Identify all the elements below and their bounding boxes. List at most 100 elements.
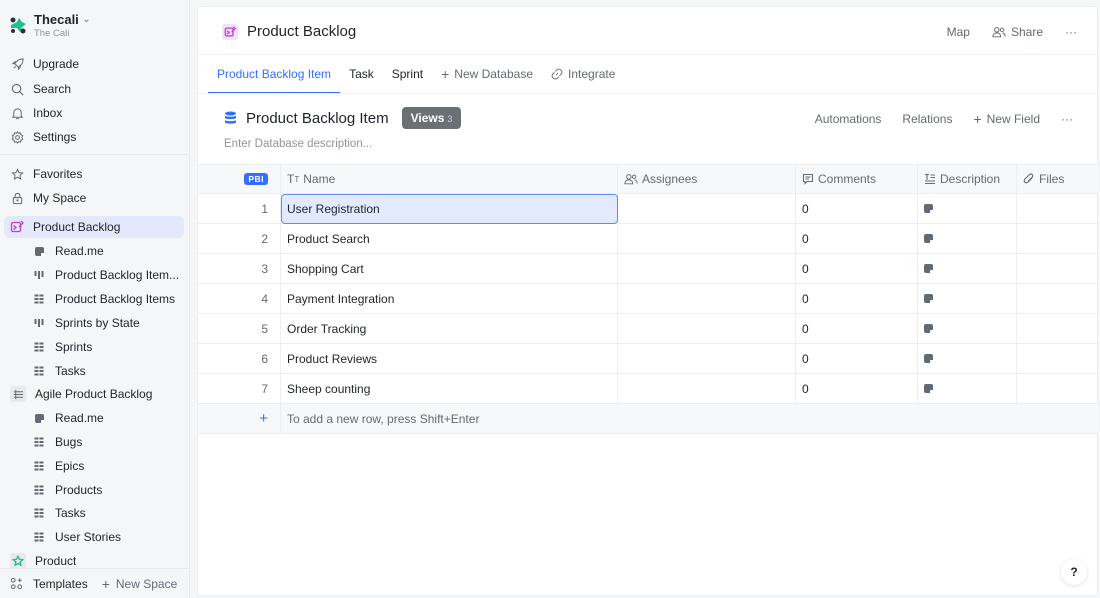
sidebar-item-label: Tasks [55,506,86,520]
description-cell[interactable] [918,374,1017,403]
sidebar-item-inbox[interactable]: Inbox [4,102,184,124]
sidebar-space-product-backlog[interactable]: Product Backlog [4,216,184,238]
description-cell[interactable] [918,284,1017,313]
share-button[interactable]: Share [992,25,1043,39]
tab-product-backlog-item[interactable]: Product Backlog Item [208,55,341,94]
views-button[interactable]: Views 3 [401,107,462,129]
relations-button[interactable]: Relations [902,112,952,126]
name-cell[interactable]: Shopping Cart [281,254,618,283]
name-cell[interactable]: Sheep counting [281,374,618,403]
tab-sprint[interactable]: Sprint [383,55,432,93]
files-cell[interactable] [1017,374,1098,403]
automations-button[interactable]: Automations [815,112,882,126]
sidebar-item-bugs[interactable]: Bugs [4,431,184,453]
table-row[interactable]: 5 Order Tracking 0 [198,314,1098,344]
column-header-assignees[interactable]: Assignees [618,165,796,193]
sidebar-item-search[interactable]: Search [4,78,184,100]
column-header-index[interactable]: PBI [198,165,281,193]
sidebar-item-readme-2[interactable]: Read.me [4,407,184,429]
new-space-button[interactable]: + New Space [102,576,178,592]
name-cell[interactable]: Order Tracking [281,314,618,343]
sidebar-item-upgrade[interactable]: Upgrade [4,53,184,75]
tab-task[interactable]: Task [340,55,383,93]
comments-cell[interactable]: 0 [796,374,918,403]
table-row[interactable]: 3 Shopping Cart 0 [198,254,1098,284]
column-header-name[interactable]: T T Name [281,165,618,193]
comments-cell[interactable]: 0 [796,344,918,373]
new-field-label: New Field [986,112,1040,126]
files-cell[interactable] [1017,284,1098,313]
description-cell[interactable] [918,344,1017,373]
add-row-plus-icon[interactable]: + [198,404,281,433]
sidebar-space-agile-product-backlog[interactable]: Agile Product Backlog [4,383,184,405]
sidebar-item-sprints-by-state[interactable]: Sprints by State [4,312,184,334]
name-value: Sheep counting [287,381,371,396]
new-field-button[interactable]: + New Field [973,111,1040,127]
description-cell[interactable] [918,314,1017,343]
map-button[interactable]: Map [947,25,970,39]
sidebar-item-settings[interactable]: Settings [4,126,184,148]
assignees-cell[interactable] [618,344,796,373]
files-cell[interactable] [1017,254,1098,283]
database-description-input[interactable]: Enter Database description... [224,138,372,150]
workspace-switcher[interactable]: Thecali ⌄ The Cali [8,12,90,39]
assignees-cell[interactable] [618,194,796,223]
name-cell[interactable]: User Registration [281,194,618,224]
table-row[interactable]: 1 User Registration 0 [198,194,1098,224]
add-row-button[interactable]: + To add a new row, press Shift+Enter [198,404,1098,434]
files-cell[interactable] [1017,344,1098,373]
plus-icon: + [441,66,450,82]
name-cell[interactable]: Payment Integration [281,284,618,313]
table-row[interactable]: 4 Payment Integration 0 [198,284,1098,314]
sidebar-item-tasks-2[interactable]: Tasks [4,502,184,524]
comments-cell[interactable]: 0 [796,224,918,253]
sidebar-item-user-stories[interactable]: User Stories [4,526,184,548]
sidebar-item-label: Read.me [55,244,104,258]
column-header-comments[interactable]: Comments [796,165,918,193]
more-options-button[interactable]: ··· [1065,25,1077,39]
name-cell[interactable]: Product Reviews [281,344,618,373]
files-cell[interactable] [1017,224,1098,253]
table-icon [32,364,46,378]
share-label: Share [1010,25,1043,39]
comments-cell[interactable]: 0 [796,314,918,343]
table-row[interactable]: 2 Product Search 0 [198,224,1098,254]
assignees-cell[interactable] [618,254,796,283]
sidebar-item-tasks[interactable]: Tasks [4,360,184,382]
sidebar-item-epics[interactable]: Epics [4,455,184,477]
assignees-cell[interactable] [618,284,796,313]
sidebar-item-readme[interactable]: Read.me [4,240,184,262]
comments-cell[interactable]: 0 [796,284,918,313]
sidebar-item-label: Search [33,82,72,96]
files-cell[interactable] [1017,194,1098,223]
assignees-cell[interactable] [618,374,796,403]
description-cell[interactable] [918,254,1017,283]
new-space-label: New Space [115,576,178,591]
assignees-cell[interactable] [618,224,796,253]
comments-cell[interactable]: 0 [796,194,918,223]
column-header-description[interactable]: Description [918,165,1017,193]
help-button[interactable]: ? [1061,559,1087,585]
workspace-name: Thecali [34,12,79,27]
assignees-cell[interactable] [618,314,796,343]
column-header-files[interactable]: Files [1017,165,1098,193]
sidebar-item-product-backlog-items[interactable]: Product Backlog Items [4,288,184,310]
table-row[interactable]: 6 Product Reviews 0 [198,344,1098,374]
integrate-button[interactable]: Integrate [542,55,624,93]
sidebar-item-product-backlog-item-board[interactable]: Product Backlog Item... [4,264,184,286]
sidebar-item-label: Sprints [55,340,93,354]
comments-cell[interactable]: 0 [796,254,918,283]
sidebar-item-sprints[interactable]: Sprints [4,336,184,358]
sidebar-item-products[interactable]: Products [4,479,184,501]
database-more-button[interactable]: ··· [1061,112,1073,126]
sidebar-item-favorites[interactable]: Favorites [4,163,184,185]
new-database-button[interactable]: + New Database [432,55,542,93]
files-cell[interactable] [1017,314,1098,343]
table-row[interactable]: 7 Sheep counting 0 [198,374,1098,404]
sidebar-item-my-space[interactable]: My Space [4,187,184,209]
templates-button[interactable]: Templates [10,577,88,591]
description-cell[interactable] [918,224,1017,253]
description-cell[interactable] [918,194,1017,223]
name-cell[interactable]: Product Search [281,224,618,253]
doc-icon [32,411,46,425]
